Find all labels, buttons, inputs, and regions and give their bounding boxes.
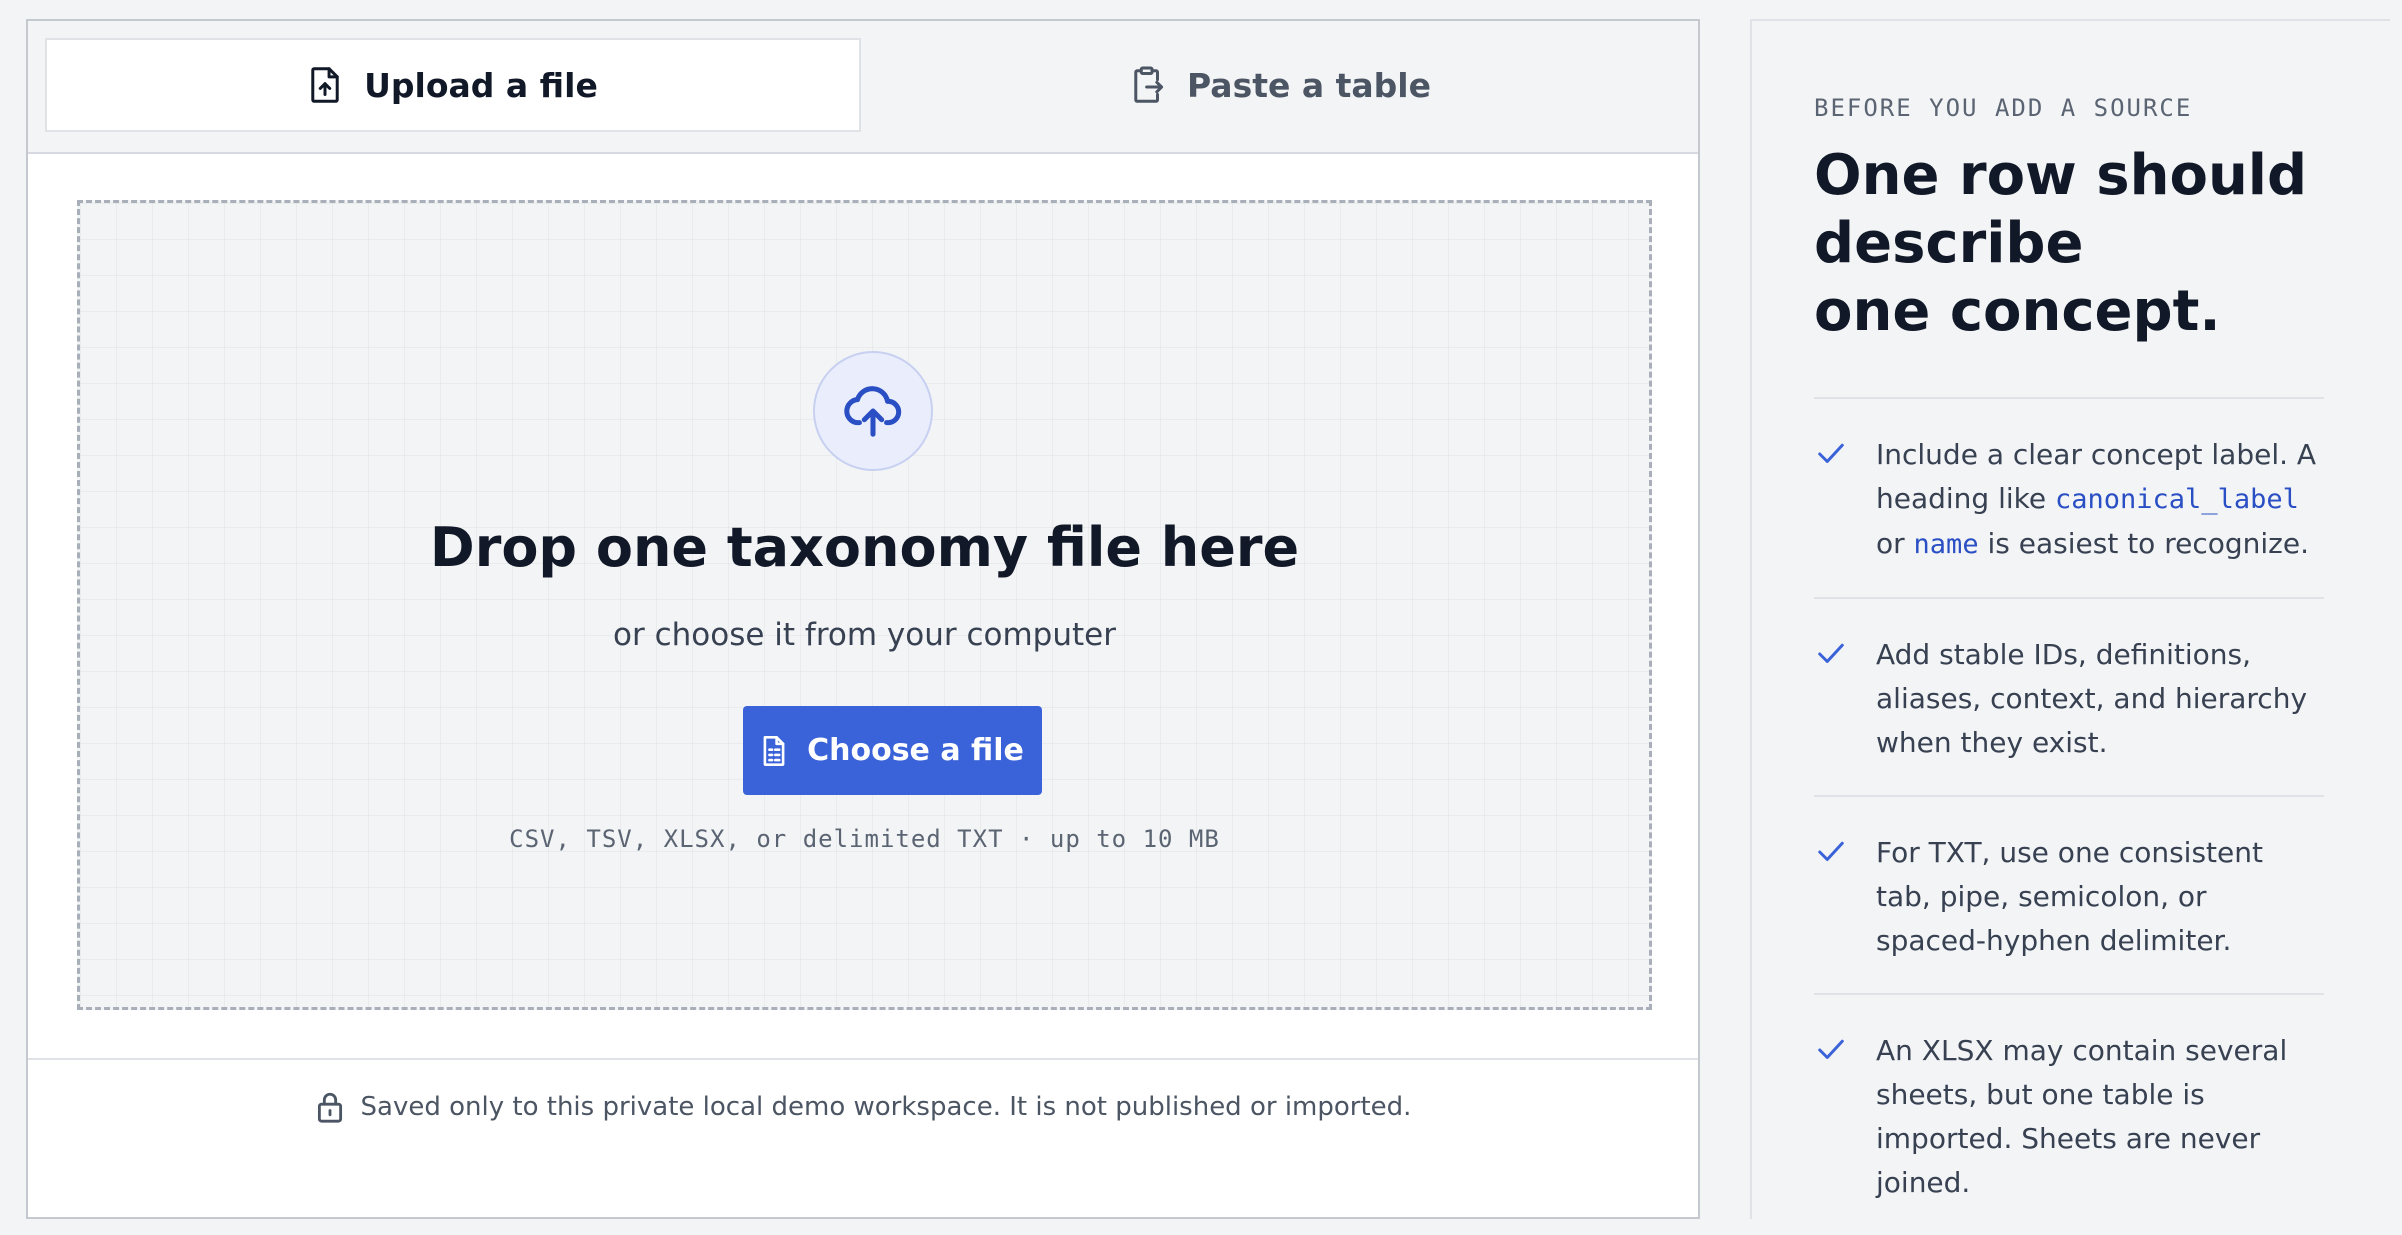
code-name: name xyxy=(1913,529,1979,560)
rule-text: An XLSX may contain several sheets, but … xyxy=(1876,1034,2288,1199)
guidelines-list: Include a clear concept label. A heading… xyxy=(1814,397,2324,1235)
rule-text: Add stable IDs, definitions, aliases, co… xyxy=(1876,638,2308,759)
check-icon xyxy=(1818,841,1844,861)
guidelines-heading: One row should describe one concept. xyxy=(1814,142,2354,346)
heading-line: describe xyxy=(1814,211,2084,276)
heading-line: One row should xyxy=(1814,143,2308,208)
check-icon xyxy=(1818,643,1844,663)
lock-icon xyxy=(317,1092,342,1123)
guidelines-eyebrow: BEFORE YOU ADD A SOURCE xyxy=(1814,94,2193,122)
source-guidelines: BEFORE YOU ADD A SOURCE One row should d… xyxy=(1750,19,2390,1219)
dropzone-subtitle: or choose it from your computer xyxy=(613,617,1116,653)
file-dropzone[interactable]: Drop one taxonomy file here or choose it… xyxy=(77,200,1652,1010)
tab-upload-file[interactable]: Upload a file xyxy=(45,38,861,132)
list-item: For TXT, use one consistent tab, pipe, s… xyxy=(1814,795,2324,993)
check-icon xyxy=(1818,1039,1844,1059)
file-upload-icon xyxy=(311,67,339,103)
dropzone-title: Drop one taxonomy file here xyxy=(429,516,1300,579)
tab-paste-label: Paste a table xyxy=(1187,65,1431,105)
accepted-formats: CSV, TSV, XLSX, or delimited TXT · up to… xyxy=(509,825,1220,853)
list-item: Add stable IDs, definitions, aliases, co… xyxy=(1814,597,2324,795)
list-item: An XLSX may contain several sheets, but … xyxy=(1814,993,2324,1235)
privacy-footer: Saved only to this private local demo wo… xyxy=(28,1058,1698,1160)
cloud-upload-icon xyxy=(844,386,902,437)
upload-panel: Upload a file Paste a table Drop one tax… xyxy=(26,19,1700,1219)
choose-file-label: Choose a file xyxy=(807,733,1024,768)
tab-upload-label: Upload a file xyxy=(364,65,598,105)
privacy-note: Saved only to this private local demo wo… xyxy=(360,1092,1412,1122)
source-tabs: Upload a file Paste a table xyxy=(28,21,1698,154)
upload-icon-badge xyxy=(813,351,933,471)
heading-line: one concept. xyxy=(1814,279,2221,344)
choose-file-button[interactable]: Choose a file xyxy=(743,706,1042,795)
rule-text: For TXT, use one consistent tab, pipe, s… xyxy=(1876,836,2263,957)
code-canonical-label: canonical_label xyxy=(2055,484,2299,515)
document-icon xyxy=(763,735,785,766)
rule-text: or xyxy=(1876,527,1914,560)
check-icon xyxy=(1818,443,1844,463)
list-item: Include a clear concept label. A heading… xyxy=(1814,397,2324,597)
rule-text: is easiest to recognize. xyxy=(1978,527,2309,560)
clipboard-paste-icon xyxy=(1134,66,1164,103)
tab-paste-table[interactable]: Paste a table xyxy=(873,38,1689,132)
